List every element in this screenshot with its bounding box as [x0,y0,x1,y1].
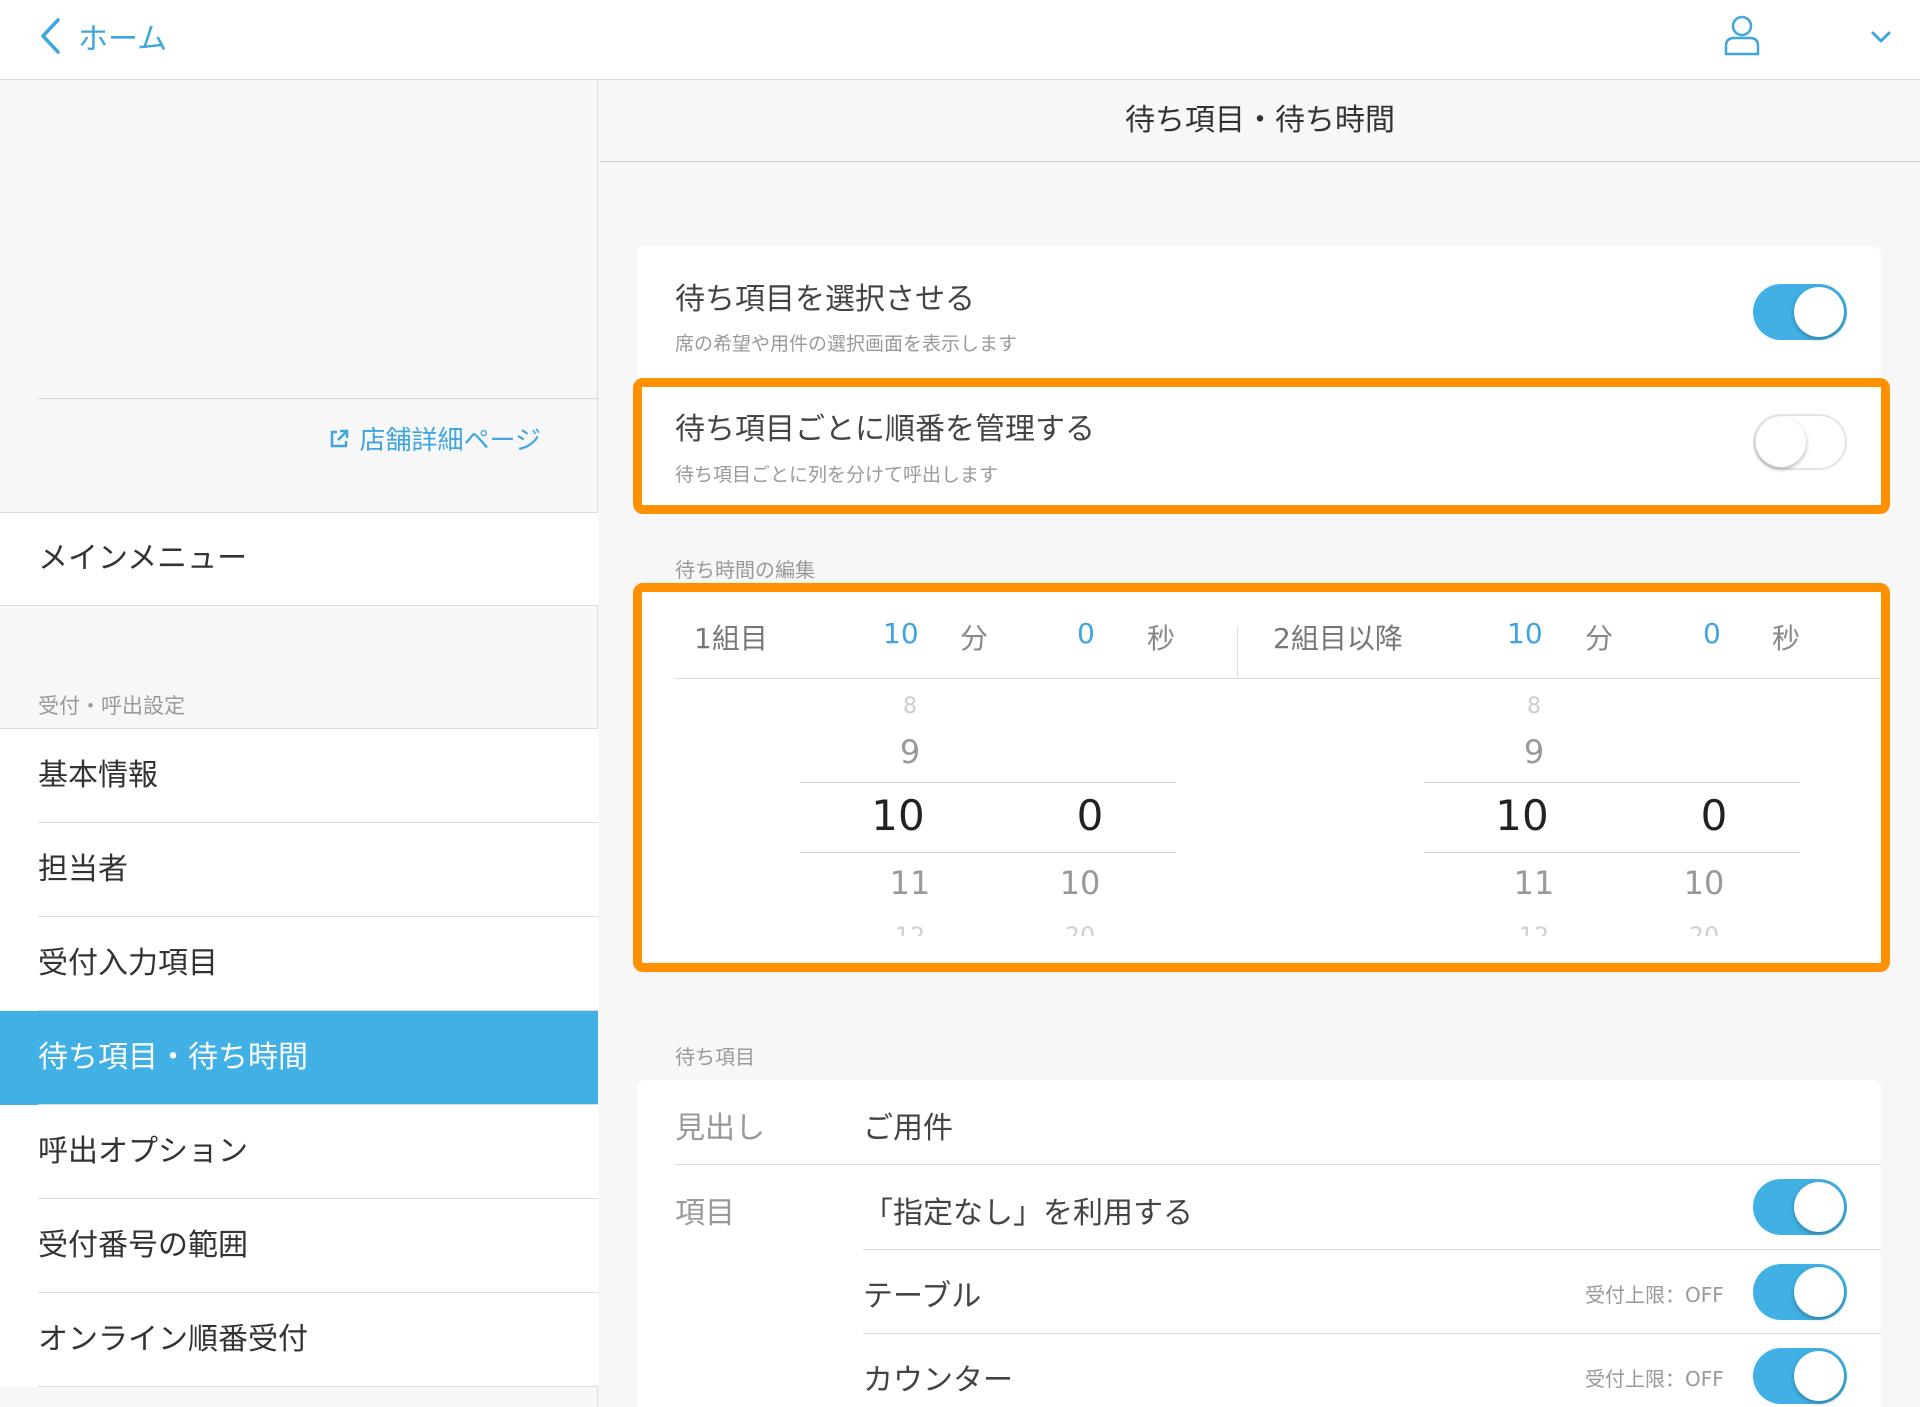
store-detail-label: 店舗詳細ページ [359,426,541,456]
divider [675,378,1881,379]
picker-option[interactable]: 20 [1020,922,1140,936]
sidebar-item-basic-info[interactable]: 基本情報 [0,729,598,823]
external-link-icon [330,429,348,447]
picker-option[interactable]: 9 [1474,733,1594,771]
first-minutes-value[interactable]: 10 [883,617,919,650]
wait-time-section-label: 待ち時間の編集 [675,558,815,582]
after-minutes-value[interactable]: 10 [1507,617,1543,650]
top-bar: ホーム [0,0,1920,80]
after-minutes-picker-selected[interactable]: 10 [1462,791,1582,840]
sidebar-nav: 基本情報 担当者 受付入力項目 待ち項目・待ち時間 呼出オプション 受付番号の範… [0,728,598,1387]
picker-option[interactable]: 8 [850,694,970,719]
sidebar-item-staff[interactable]: 担当者 [0,823,598,917]
item-counter-toggle[interactable] [1753,1348,1847,1404]
after-minutes-unit: 分 [1585,622,1614,655]
section-label: 受付・呼出設定 [38,694,185,718]
first-seconds-unit: 秒 [1147,622,1176,655]
sidebar-item-reception-fields[interactable]: 受付入力項目 [0,917,598,1011]
page-title: 待ち項目・待ち時間 [600,80,1920,162]
picker-option[interactable]: 12 [1474,922,1594,936]
item-table-limit: 受付上限：OFF [1585,1283,1724,1307]
picker-selection-line [1424,852,1800,853]
chevron-down-icon[interactable] [1870,28,1892,46]
store-detail-link[interactable]: 店舗詳細ページ [328,420,541,457]
picker-option[interactable]: 10 [1020,864,1140,902]
divider [38,398,598,399]
no-preference-toggle[interactable] [1753,1179,1847,1235]
heading-label: 見出し [675,1111,765,1146]
main-menu-item[interactable]: メインメニュー [0,512,598,606]
wait-items-card [637,1080,1881,1407]
no-preference-label: 「指定なし」を利用する [863,1196,1193,1231]
first-seconds-value[interactable]: 0 [1077,617,1095,650]
first-group-label: 1組目 [694,622,768,655]
manage-order-title: 待ち項目ごとに順番を管理する [675,412,1095,447]
manage-order-toggle[interactable] [1753,414,1847,470]
picker-option[interactable]: 10 [1644,864,1764,902]
picker-option[interactable]: 11 [1474,864,1594,902]
back-button[interactable]: ホーム [38,14,167,58]
sidebar-item-wait-items[interactable]: 待ち項目・待ち時間 [0,1011,598,1105]
picker-selection-line [800,782,1176,783]
picker-selection-line [800,852,1176,853]
sidebar-item-call-options[interactable]: 呼出オプション [0,1105,598,1199]
after-seconds-unit: 秒 [1772,622,1801,655]
picker-option[interactable]: 20 [1644,922,1764,936]
select-items-toggle[interactable] [1753,284,1847,340]
divider [863,1333,1881,1334]
divider [675,678,1881,679]
first-seconds-picker-selected[interactable]: 0 [1030,791,1150,840]
wait-time-card [637,590,1881,961]
sidebar-item-number-range[interactable]: 受付番号の範囲 [0,1199,598,1293]
divider [1237,626,1238,678]
divider [675,1164,1881,1165]
picker-option[interactable]: 8 [1474,694,1594,719]
item-label: 項目 [675,1196,735,1231]
first-minutes-picker-selected[interactable]: 10 [838,791,958,840]
sidebar-item-online-reception[interactable]: オンライン順番受付 [0,1293,598,1387]
item-table-label: テーブル [863,1279,982,1314]
select-items-subtitle: 席の希望や用件の選択画面を表示します [675,333,1018,355]
select-items-title: 待ち項目を選択させる [675,282,975,317]
wait-items-section-label: 待ち項目 [675,1045,755,1069]
picker-selection-line [1424,782,1800,783]
after-seconds-value[interactable]: 0 [1703,617,1721,650]
divider [863,1249,1881,1250]
back-label: ホーム [78,22,168,57]
picker-option[interactable]: 12 [850,922,970,936]
item-table-toggle[interactable] [1753,1264,1847,1320]
user-icon[interactable] [1722,14,1762,56]
heading-value[interactable]: ご用件 [863,1103,953,1147]
picker-option[interactable]: 9 [850,733,970,771]
first-minutes-unit: 分 [960,622,989,655]
manage-order-subtitle: 待ち項目ごとに列を分けて呼出します [675,464,999,486]
item-counter-limit: 受付上限：OFF [1585,1367,1724,1391]
picker-option[interactable]: 11 [850,864,970,902]
after-group-label: 2組目以降 [1273,622,1403,655]
chevron-left-icon [41,18,60,54]
item-counter-label: カウンター [863,1363,1013,1398]
sidebar: 店舗詳細ページ メインメニュー 受付・呼出設定 基本情報 担当者 受付入力項目 … [0,80,598,1407]
after-seconds-picker-selected[interactable]: 0 [1654,791,1774,840]
